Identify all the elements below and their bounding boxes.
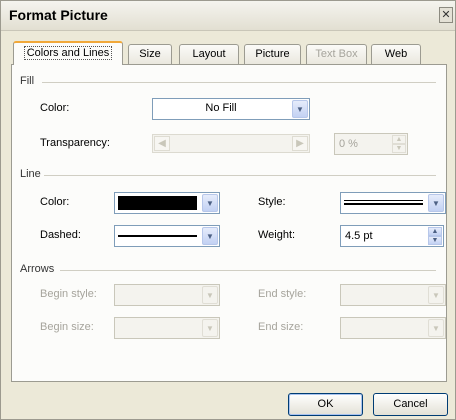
- dashed-dropdown[interactable]: ▼: [114, 225, 220, 247]
- begin-size-dropdown: ▼: [114, 317, 220, 339]
- line-color-label: Color:: [40, 196, 70, 208]
- begin-style-dropdown: ▼: [114, 284, 220, 306]
- chevron-down-icon: ▼: [202, 286, 218, 304]
- chevron-down-icon[interactable]: ▼: [202, 227, 218, 245]
- dashed-label: Dashed:: [40, 229, 81, 241]
- line-style-sample: [344, 200, 423, 205]
- fill-divider: [42, 82, 436, 83]
- chevron-down-icon[interactable]: ▼: [428, 194, 444, 212]
- transparency-value: 0 %: [339, 138, 358, 150]
- end-size-label: End size:: [258, 321, 304, 333]
- format-picture-dialog: Format Picture ✕ Colors and Lines Size L…: [0, 0, 456, 420]
- weight-value[interactable]: 4.5 pt: [345, 230, 373, 242]
- tab-web[interactable]: Web: [371, 44, 421, 64]
- end-style-label: End style:: [258, 288, 307, 300]
- colors-and-lines-panel: Fill Color: No Fill ▼ Transparency: ◀ ▶ …: [11, 64, 447, 382]
- tab-label: Colors and Lines: [23, 46, 113, 60]
- spin-up-icon[interactable]: ▲: [428, 227, 442, 236]
- chevron-down-icon[interactable]: ▼: [202, 194, 218, 212]
- line-color-dropdown[interactable]: ▼: [114, 192, 220, 214]
- close-icon[interactable]: ✕: [439, 7, 453, 23]
- tab-size[interactable]: Size: [128, 44, 172, 64]
- fill-color-value: No Fill: [205, 102, 237, 114]
- tab-picture[interactable]: Picture: [244, 44, 301, 64]
- weight-spinner[interactable]: 4.5 pt ▲ ▼: [340, 225, 444, 247]
- dialog-title: Format Picture: [9, 7, 108, 23]
- transparency-spinner: 0 % ▲ ▼: [334, 133, 408, 155]
- line-color-swatch: [118, 196, 197, 210]
- chevron-down-icon: ▼: [428, 286, 444, 304]
- weight-label: Weight:: [258, 229, 296, 241]
- chevron-down-icon: ▼: [202, 319, 218, 337]
- begin-style-label: Begin style:: [40, 288, 97, 300]
- arrows-section-label: Arrows: [20, 263, 55, 275]
- line-style-dropdown[interactable]: ▼: [340, 192, 446, 214]
- tab-colors-and-lines[interactable]: Colors and Lines: [13, 41, 123, 65]
- cancel-button[interactable]: Cancel: [373, 393, 448, 416]
- end-style-dropdown: ▼: [340, 284, 446, 306]
- arrows-divider: [60, 270, 436, 271]
- fill-color-label: Color:: [40, 102, 70, 114]
- dashed-sample: [118, 235, 197, 237]
- ok-button[interactable]: OK: [288, 393, 363, 416]
- line-divider: [44, 175, 436, 176]
- line-style-label: Style:: [258, 196, 286, 208]
- begin-size-label: Begin size:: [40, 321, 94, 333]
- transparency-label: Transparency:: [40, 137, 110, 149]
- chevron-right-icon: ▶: [292, 136, 308, 151]
- chevron-down-icon: ▼: [428, 319, 444, 337]
- chevron-left-icon: ◀: [154, 136, 170, 151]
- tab-layout[interactable]: Layout: [179, 44, 239, 64]
- spin-down-icon[interactable]: ▼: [428, 236, 442, 245]
- spin-up-icon: ▲: [392, 135, 406, 144]
- chevron-down-icon[interactable]: ▼: [292, 100, 308, 118]
- line-section-label: Line: [20, 168, 41, 180]
- tab-text-box: Text Box: [306, 44, 367, 64]
- title-bar[interactable]: Format Picture ✕: [1, 1, 455, 31]
- fill-section-label: Fill: [20, 75, 35, 87]
- end-size-dropdown: ▼: [340, 317, 446, 339]
- transparency-slider: ◀ ▶: [152, 134, 310, 153]
- fill-color-dropdown[interactable]: No Fill ▼: [152, 98, 310, 120]
- spin-down-icon: ▼: [392, 144, 406, 153]
- tab-strip: Colors and Lines Size Layout Picture Tex…: [11, 41, 447, 65]
